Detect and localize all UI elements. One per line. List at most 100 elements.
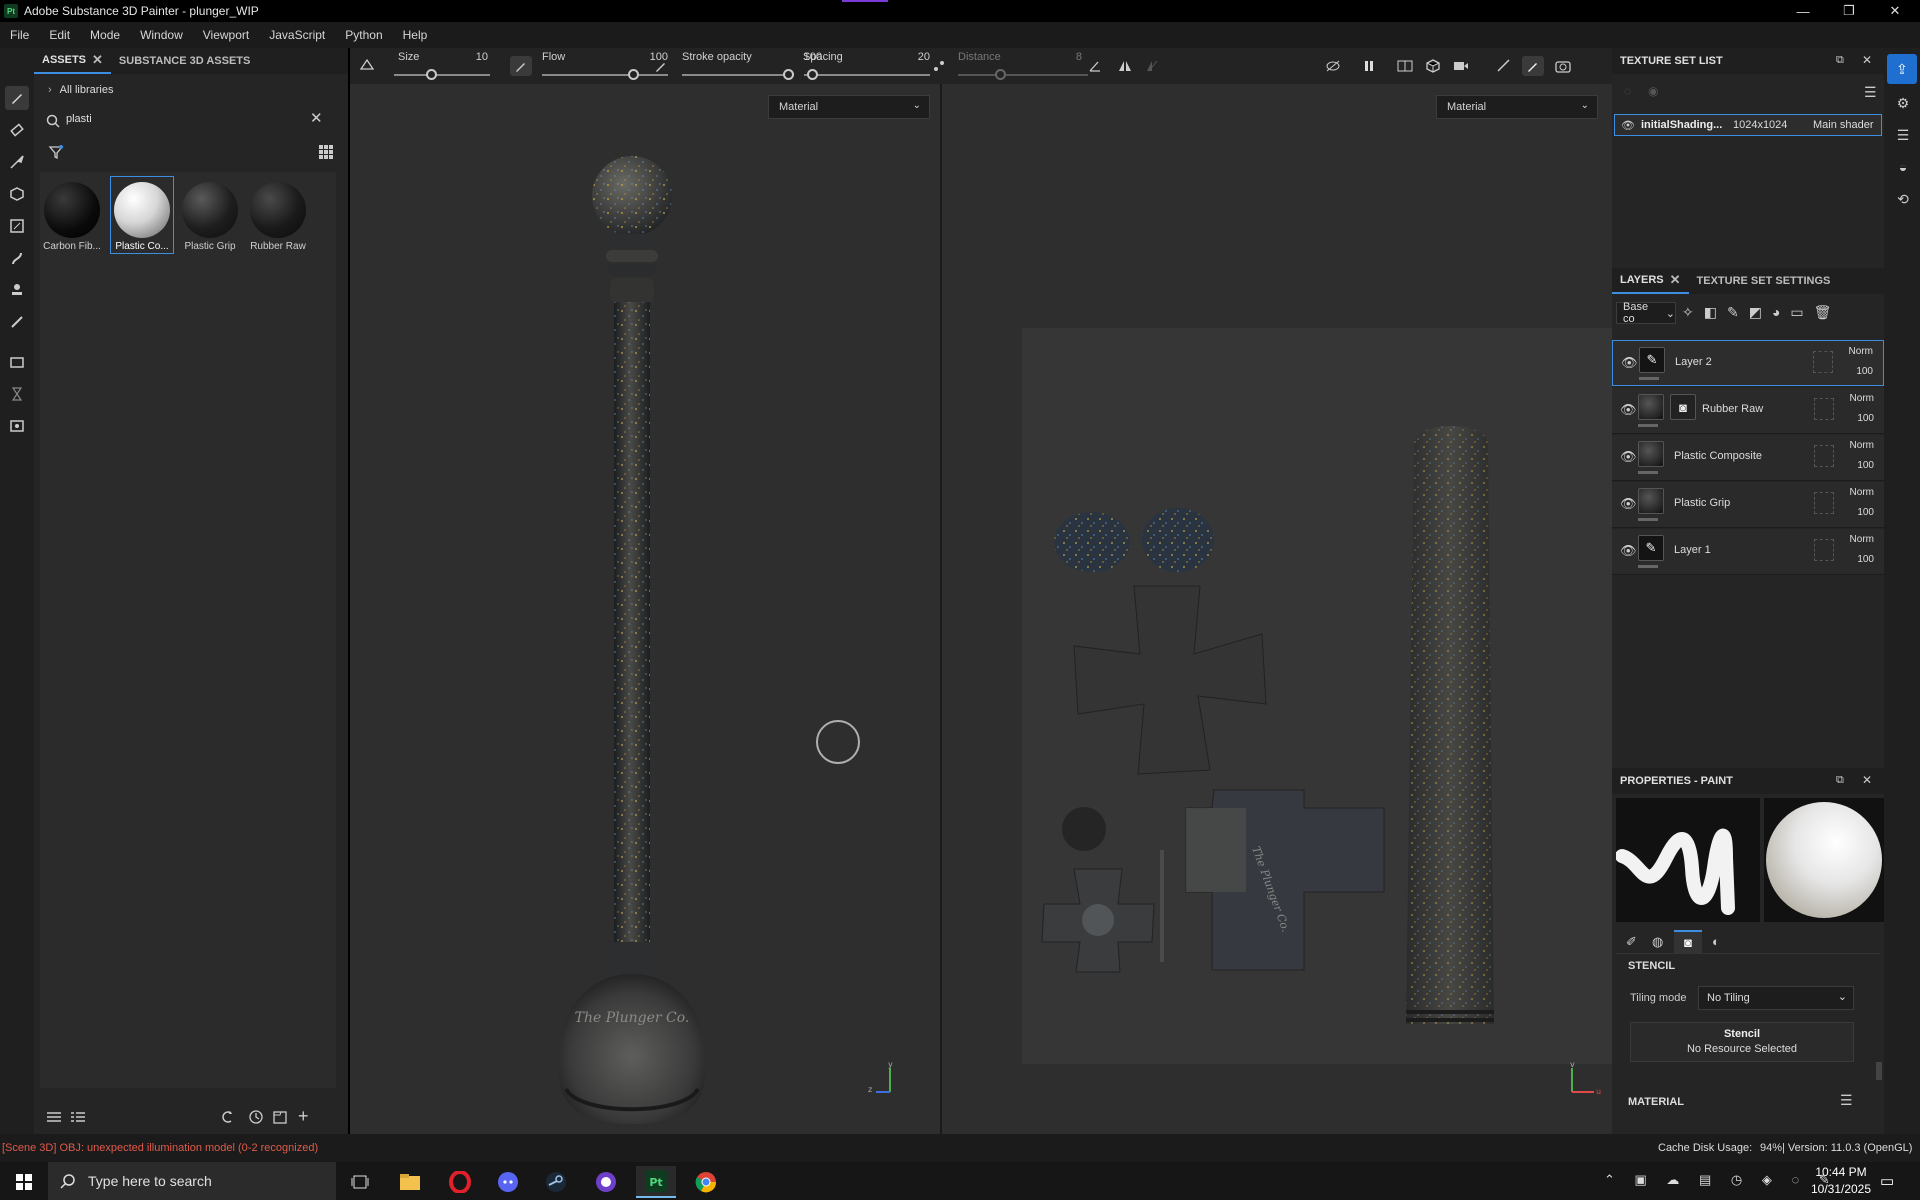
taskbar-search[interactable]: Type here to search (48, 1162, 336, 1200)
layer-blend[interactable]: Norm (1849, 346, 1873, 357)
layer-opacity[interactable]: 100 (1857, 460, 1874, 471)
smudge-icon[interactable] (5, 246, 29, 270)
material-thumb[interactable]: Carbon Fib... (40, 178, 104, 252)
status-message[interactable]: [Scene 3D] OBJ: unexpected illumination … (2, 1142, 318, 1154)
layer-name[interactable]: Plastic Composite (1674, 450, 1762, 462)
add-folder-icon[interactable]: ▭ (1790, 304, 1813, 320)
eye-icon[interactable]: 👁 (1620, 543, 1637, 559)
distance-slider-handle[interactable] (995, 69, 1006, 80)
show-all-icon[interactable]: ◉ (1648, 84, 1658, 98)
eye-icon[interactable]: 👁 (1620, 496, 1637, 512)
viewport-2d-mode-select[interactable]: Material ⌄ (1436, 95, 1598, 119)
lazy-mouse-icon[interactable] (928, 56, 950, 76)
mask-slot[interactable] (1814, 539, 1834, 561)
close-window-button[interactable]: ✕ (1872, 0, 1918, 22)
stroke-opacity-slider[interactable] (682, 74, 794, 76)
list-view-icon[interactable] (46, 1110, 62, 1127)
share-icon[interactable]: ⇪ (1887, 54, 1917, 84)
layer-blend[interactable]: Norm (1850, 440, 1874, 451)
pen-pressure-icon[interactable] (510, 56, 532, 76)
menu-python[interactable]: Python (335, 28, 392, 42)
hide-icon[interactable] (1322, 56, 1344, 76)
menu-file[interactable]: File (0, 28, 39, 42)
grid-view-icon[interactable] (318, 144, 334, 163)
eye-icon[interactable]: 👁 (1620, 402, 1637, 418)
chrome-icon[interactable] (686, 1166, 726, 1198)
steam-icon[interactable] (536, 1166, 576, 1198)
texture-set-row[interactable]: 👁 initialShading... 1024x1024 Main shade… (1614, 114, 1882, 136)
material-options-icon[interactable]: ☰ (1840, 1092, 1853, 1109)
material-thumb[interactable]: Rubber Raw (246, 178, 310, 252)
spacing-slider[interactable] (804, 74, 930, 76)
tab-layers[interactable]: LAYERS ✕ (1612, 268, 1689, 294)
display-settings-icon[interactable]: ⚙ (1892, 92, 1914, 114)
layer-row[interactable]: 👁 ✎ Layer 2 Norm 100 (1612, 340, 1884, 386)
layer-name[interactable]: Plastic Grip (1674, 497, 1730, 509)
close-icon[interactable]: ✕ (92, 52, 103, 68)
breadcrumb[interactable]: › All libraries (48, 84, 113, 96)
undock-icon[interactable]: ⧉ (1836, 54, 1844, 67)
close-icon[interactable]: ✕ (1862, 773, 1872, 787)
clock-date[interactable]: 10/31/2025 (1806, 1182, 1876, 1196)
add-smart-material-icon[interactable]: ◕ (1772, 304, 1790, 320)
viewport-2d[interactable]: Material ⌄ The Plunger Co. vu (942, 84, 1614, 1134)
export-icon[interactable] (5, 414, 29, 438)
notifications-icon[interactable]: ▭ (1880, 1172, 1894, 1190)
paint-brush-icon[interactable] (5, 86, 29, 110)
menu-help[interactable]: Help (393, 28, 438, 42)
eye-icon[interactable]: 👁 (1620, 449, 1637, 465)
brush-tab-icon[interactable]: ✐ (1626, 934, 1637, 950)
close-icon[interactable]: ✕ (1670, 272, 1681, 288)
stencil-slot[interactable]: Stencil No Resource Selected (1630, 1022, 1854, 1062)
alpha-tab-icon[interactable]: ◍ (1652, 934, 1663, 950)
filter-icon[interactable] (48, 144, 64, 163)
layer-row[interactable]: 👁 ✎ Layer 1 Norm 100 (1612, 529, 1884, 575)
viewport-3d-mode-select[interactable]: Material ⌄ (768, 95, 930, 119)
symmetry-off-icon[interactable] (1142, 56, 1164, 76)
file-explorer-icon[interactable] (390, 1166, 430, 1198)
delete-icon[interactable]: 🗑 (1814, 304, 1842, 320)
substance-painter-taskbar-icon[interactable]: Pt (636, 1166, 676, 1198)
maximize-button[interactable]: ❐ (1826, 0, 1872, 22)
stencil-tab-icon[interactable]: ◙ (1674, 930, 1702, 954)
system-tray-icons[interactable]: ⌃ ▣ ☁ ▤ ◷ ◈ ◌ ✎ (1604, 1172, 1838, 1188)
layer-name[interactable]: Layer 1 (1674, 544, 1711, 556)
geometry-mask-icon[interactable] (5, 214, 29, 238)
shelf-icon[interactable]: ◒ (1892, 156, 1914, 178)
layer-blend[interactable]: Norm (1850, 534, 1874, 545)
add-effect-icon[interactable]: ✧ (1682, 304, 1704, 320)
mask-slot[interactable] (1813, 351, 1833, 373)
layer-opacity[interactable]: 100 (1857, 413, 1874, 424)
display-3d-icon[interactable] (1422, 56, 1444, 76)
material-thumb-selected[interactable]: Plastic Co... (110, 176, 174, 254)
search-input[interactable]: plasti (66, 113, 92, 125)
size-slider[interactable] (394, 74, 490, 76)
menu-window[interactable]: Window (130, 28, 193, 42)
size-slider-handle[interactable] (426, 69, 437, 80)
menu-javascript[interactable]: JavaScript (259, 28, 335, 42)
github-desktop-icon[interactable] (586, 1166, 626, 1198)
paint-mode-icon[interactable] (1522, 56, 1544, 76)
size-value[interactable]: 10 (458, 51, 488, 63)
eye-icon[interactable]: 👁 (1621, 355, 1638, 371)
clear-search-icon[interactable]: ✕ (310, 109, 323, 127)
undock-icon[interactable]: ⧉ (1836, 774, 1844, 787)
mask-slot[interactable] (1814, 445, 1834, 467)
windows-start-icon[interactable] (2, 1166, 46, 1198)
spacing-slider-handle[interactable] (807, 69, 818, 80)
layer-opacity[interactable]: 100 (1857, 554, 1874, 565)
minimize-button[interactable]: — (1780, 0, 1826, 22)
opera-icon[interactable] (440, 1166, 480, 1198)
details-view-icon[interactable] (70, 1110, 86, 1127)
properties-scrollbar[interactable] (1876, 1062, 1882, 1080)
add-fill-layer-icon[interactable]: ◩ (1749, 304, 1772, 320)
tab-texture-set-settings[interactable]: TEXTURE SET SETTINGS (1689, 268, 1839, 294)
channel-select[interactable]: Base co ⌄ (1616, 301, 1676, 325)
eraser-icon[interactable] (5, 118, 29, 142)
mask-slot[interactable] (1814, 492, 1834, 514)
material-thumb[interactable]: Plastic Grip (178, 178, 242, 252)
layer-name[interactable]: Layer 2 (1675, 356, 1712, 368)
clock-time[interactable]: 10:44 PM (1806, 1165, 1876, 1179)
layer-opacity[interactable]: 100 (1857, 507, 1874, 518)
layers-list-icon[interactable]: ☰ (1892, 124, 1914, 146)
